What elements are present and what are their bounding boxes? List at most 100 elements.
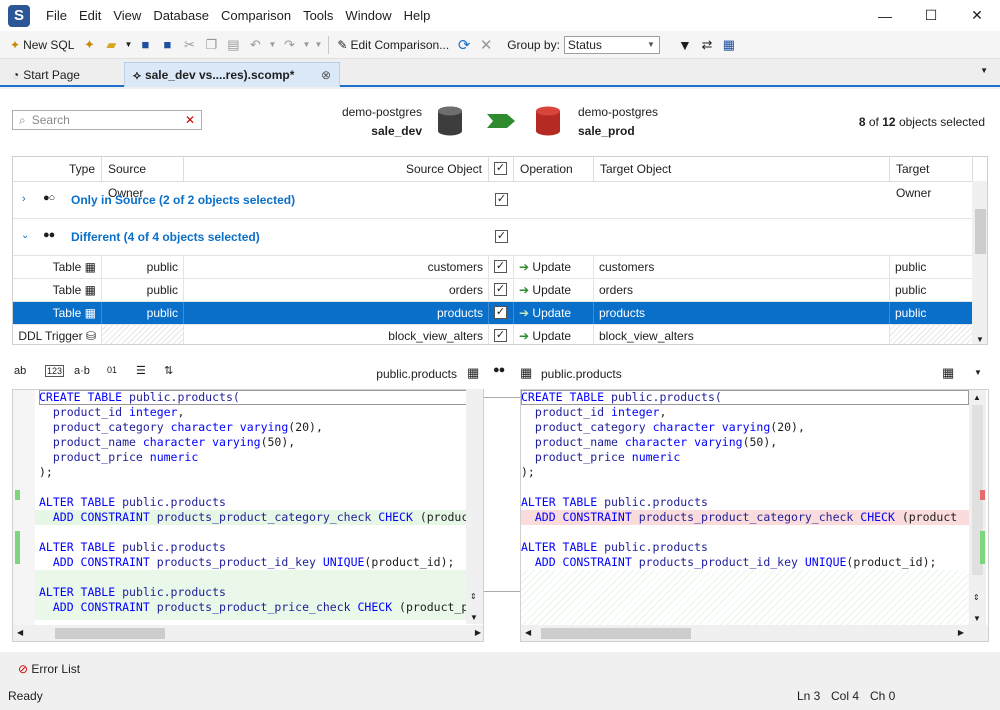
menu-help[interactable]: Help: [398, 0, 437, 31]
table-icon: ▦: [84, 283, 96, 297]
filter-icon[interactable]: ▼: [674, 34, 696, 56]
undo-dropdown-icon[interactable]: ▼: [266, 34, 278, 56]
tabs-dropdown-icon[interactable]: ▼: [980, 66, 988, 75]
menu-view[interactable]: View: [107, 0, 147, 31]
paste-icon[interactable]: ▤: [222, 34, 244, 56]
ignore-numbers-icon[interactable]: 123: [45, 365, 65, 377]
target-code-pane[interactable]: CREATE TABLE public.products( product_id…: [520, 389, 989, 642]
source-code-pane[interactable]: CREATE TABLE public.products( product_id…: [12, 389, 484, 642]
new-sql-button[interactable]: ✦ New SQL: [6, 34, 78, 56]
column-target-owner[interactable]: Target Owner: [890, 157, 973, 200]
row-checkbox[interactable]: ✓: [494, 260, 507, 273]
tab-start-page[interactable]: ◔ Start Page: [4, 62, 122, 87]
grid-scrollbar[interactable]: ▼: [972, 181, 987, 344]
scroll-right-icon[interactable]: ▶: [958, 628, 964, 637]
menu-file[interactable]: File: [40, 0, 73, 31]
type-cell: Table ▦: [13, 256, 102, 278]
column-source-owner[interactable]: Source Owner: [102, 157, 184, 200]
scroll-right-icon[interactable]: ▶: [475, 628, 481, 637]
table-row[interactable]: DDL Trigger ⛁ block_view_alters ✓ ➔ Upda…: [13, 325, 973, 344]
clear-search-icon[interactable]: ✕: [185, 113, 195, 127]
dropdown-arrow-icon[interactable]: ▼: [122, 34, 134, 56]
scroll-left-icon[interactable]: ◀: [525, 628, 531, 637]
group-row-only-in-source[interactable]: › ●○ Only in Source (2 of 2 objects sele…: [13, 182, 973, 219]
include-cell: ✓: [489, 325, 514, 344]
indent-icon[interactable]: ☰: [136, 364, 146, 377]
edit-comparison-button[interactable]: ✎ Edit Comparison...: [333, 34, 453, 56]
search-input[interactable]: ⌕ Search ✕: [12, 110, 202, 130]
error-list-tab[interactable]: ⊘ Error List: [18, 662, 80, 676]
source-h-scrollbar-thumb[interactable]: [55, 628, 165, 639]
open-folder-icon[interactable]: ▰: [100, 34, 122, 56]
scroll-left-icon[interactable]: ◀: [17, 628, 23, 637]
group-row-different[interactable]: ⌄ ●● Different (4 of 4 objects selected)…: [13, 219, 973, 256]
collapse-chevron-icon[interactable]: ⌄: [21, 230, 29, 241]
expand-chevron-icon[interactable]: ›: [22, 193, 26, 205]
target-database: sale_prod: [578, 124, 635, 138]
menu-comparison[interactable]: Comparison: [215, 0, 297, 31]
group-by-select[interactable]: Status ▼: [563, 35, 660, 54]
close-button[interactable]: ✕: [954, 0, 1000, 31]
menu-window[interactable]: Window: [339, 0, 397, 31]
target-v-scrollbar[interactable]: ▲ ⇕ ▼: [969, 390, 986, 625]
error-list-icon: ⊘: [18, 662, 29, 676]
column-include[interactable]: ✓: [489, 157, 514, 181]
scroll-down-icon[interactable]: ▼: [976, 335, 984, 344]
toolbar-options-icon[interactable]: ▼: [312, 34, 324, 56]
type-label: Table: [52, 306, 82, 320]
save-icon[interactable]: ■: [134, 34, 156, 56]
menu-edit[interactable]: Edit: [73, 0, 107, 31]
redo-icon[interactable]: ↷: [278, 34, 300, 56]
tab-comparison[interactable]: ⟡ sale_dev vs....res).scomp* ⊗: [124, 62, 340, 87]
row-checkbox[interactable]: ✓: [494, 329, 507, 342]
scroll-down-icon[interactable]: ▼: [470, 613, 478, 622]
minimize-button[interactable]: —: [862, 0, 908, 31]
menu-database[interactable]: Database: [147, 0, 215, 31]
next-diff-icon[interactable]: ⇕: [973, 593, 980, 602]
binary-icon[interactable]: 01: [107, 365, 117, 375]
close-tab-icon[interactable]: ⊗: [321, 68, 331, 82]
scroll-down-icon[interactable]: ▼: [973, 614, 981, 623]
save-all-icon[interactable]: ■: [156, 34, 178, 56]
copy-icon[interactable]: ❐: [200, 34, 222, 56]
refresh-icon[interactable]: ⟳: [453, 34, 475, 56]
column-operation[interactable]: Operation: [514, 157, 594, 181]
group-checkbox[interactable]: ✓: [495, 230, 508, 243]
ignore-case-icon[interactable]: ab: [14, 365, 26, 377]
new-file-icon[interactable]: ✦: [78, 34, 100, 56]
layout-icon[interactable]: ▦: [942, 365, 954, 381]
row-checkbox[interactable]: ✓: [494, 306, 507, 319]
menu-tools[interactable]: Tools: [297, 0, 339, 31]
layout-dropdown-icon[interactable]: ▼: [974, 368, 982, 377]
maximize-button[interactable]: ☐: [908, 0, 954, 31]
cut-icon[interactable]: ✂: [178, 34, 200, 56]
column-type[interactable]: Type: [13, 157, 102, 181]
source-h-scrollbar[interactable]: ◀ ▶: [13, 625, 483, 641]
undo-icon[interactable]: ↶: [244, 34, 266, 56]
source-db-icon: [438, 106, 462, 136]
group-checkbox[interactable]: ✓: [495, 193, 508, 206]
diff-marker-added: [980, 531, 985, 564]
table-row[interactable]: Table ▦ public orders ✓ ➔ Update orders …: [13, 279, 973, 302]
row-checkbox[interactable]: ✓: [494, 283, 507, 296]
scroll-up-icon[interactable]: ▲: [973, 393, 981, 402]
target-h-scrollbar[interactable]: ◀ ▶: [521, 625, 988, 641]
operation-label: Update: [532, 283, 572, 297]
compare-icon[interactable]: ●●: [493, 364, 505, 376]
operation-label: Update: [532, 329, 572, 343]
next-diff-icon[interactable]: ⇕: [470, 592, 477, 601]
sync-icon[interactable]: ⇄: [696, 34, 718, 56]
sort-icon[interactable]: ⇅: [164, 364, 173, 377]
grid-scrollbar-thumb[interactable]: [975, 209, 986, 254]
redo-dropdown-icon[interactable]: ▼: [300, 34, 312, 56]
target-h-scrollbar-thumb[interactable]: [541, 628, 691, 639]
report-icon[interactable]: ▦: [718, 34, 740, 56]
column-target-object[interactable]: Target Object: [594, 157, 890, 181]
select-all-checkbox[interactable]: ✓: [494, 162, 507, 175]
source-v-scrollbar[interactable]: ⇕ ▼: [466, 389, 483, 624]
stop-icon[interactable]: ✕: [475, 34, 497, 56]
table-row[interactable]: Table ▦ public customers ✓ ➔ Update cust…: [13, 256, 973, 279]
table-row-selected[interactable]: Table ▦ public products ✓ ➔ Update produ…: [13, 302, 973, 325]
column-source-object[interactable]: Source Object: [184, 157, 489, 181]
ignore-whitespace-icon[interactable]: a·b: [74, 365, 90, 377]
